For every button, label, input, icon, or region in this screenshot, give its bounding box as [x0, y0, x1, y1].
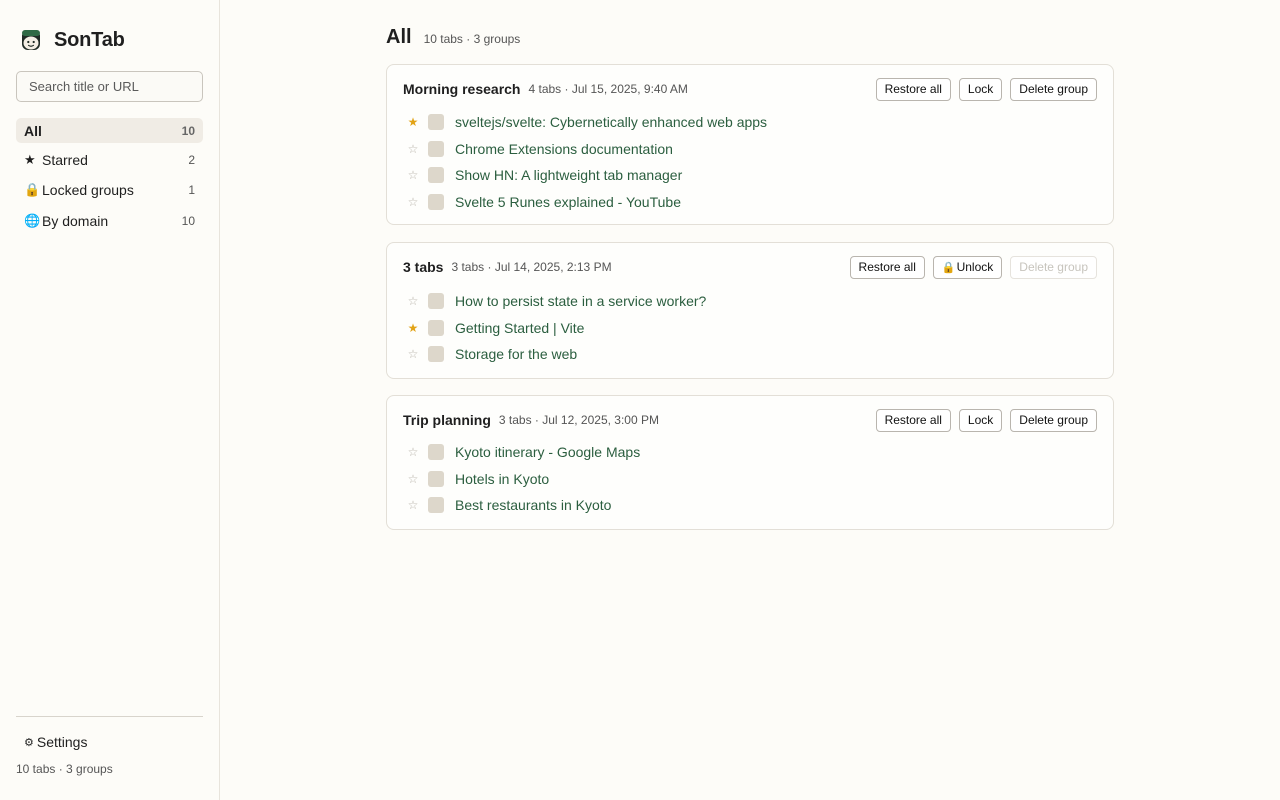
star-outline-icon[interactable]: ☆: [407, 472, 419, 486]
favicon-icon: [428, 319, 444, 336]
restore-all-button[interactable]: Restore all: [849, 255, 925, 279]
tab-group: Trip planning 3 tabs · Jul 12, 2025, 3:0…: [386, 395, 1114, 530]
tab-link[interactable]: Show HN: A lightweight tab manager: [455, 167, 682, 183]
tab-link[interactable]: Best restaurants in Kyoto: [455, 497, 611, 513]
favicon-icon: [428, 470, 444, 487]
page-title: All: [386, 26, 412, 48]
gear-icon: ⚙: [24, 736, 34, 749]
star-outline-icon[interactable]: ☆: [407, 294, 419, 308]
sontab-logo-icon: [22, 30, 40, 50]
app-name: SonTab: [54, 28, 125, 51]
sidebar-item-count: 10: [181, 123, 195, 138]
tab-link[interactable]: Chrome Extensions documentation: [455, 141, 673, 157]
globe-icon: 🌐: [24, 212, 41, 228]
group-title: 3 tabs: [403, 259, 444, 275]
page-meta: 10 tabs · 3 groups: [423, 32, 521, 46]
sidebar-item-locked-groups[interactable]: 🔒 Locked groups 1: [16, 176, 203, 203]
tab-link[interactable]: Kyoto itinerary - Google Maps: [455, 444, 640, 460]
group-header: 3 tabs 3 tabs · Jul 14, 2025, 2:13 PM Re…: [403, 255, 1097, 279]
sidebar-item-label: Starred: [42, 151, 88, 168]
favicon-icon: [428, 193, 444, 210]
lock-icon: 🔒: [24, 181, 41, 197]
group-meta: 3 tabs · Jul 12, 2025, 3:00 PM: [498, 413, 659, 427]
tab-group: 3 tabs 3 tabs · Jul 14, 2025, 2:13 PM Re…: [386, 242, 1114, 379]
restore-all-button[interactable]: Restore all: [875, 408, 951, 432]
search-input[interactable]: [16, 71, 203, 102]
group-meta: 4 tabs · Jul 15, 2025, 9:40 AM: [528, 82, 688, 96]
sidebar-item-count: 10: [181, 213, 195, 228]
unlock-button[interactable]: 🔒 Unlock: [932, 255, 1003, 279]
group-header: Morning research 4 tabs · Jul 15, 2025, …: [403, 77, 1097, 101]
sidebar-divider: [16, 716, 203, 717]
star-icon[interactable]: ★: [407, 115, 419, 129]
tab-list: ☆ How to persist state in a service work…: [407, 288, 1093, 368]
star-outline-icon[interactable]: ☆: [407, 195, 419, 209]
tab-link[interactable]: Svelte 5 Runes explained - YouTube: [455, 194, 681, 210]
star-outline-icon[interactable]: ☆: [407, 347, 419, 361]
tab-link[interactable]: Hotels in Kyoto: [455, 471, 549, 487]
delete-group-button[interactable]: Delete group: [1010, 77, 1097, 101]
star-outline-icon[interactable]: ☆: [407, 498, 419, 512]
sidebar-item-count: 2: [188, 152, 195, 167]
sidebar-item-label: By domain: [42, 212, 109, 229]
favicon-icon: [428, 293, 444, 310]
settings-link[interactable]: ⚙ Settings: [24, 733, 87, 751]
group-actions: Restore all 🔒 Unlock Delete group: [849, 255, 1097, 279]
favicon-icon: [428, 114, 444, 131]
tab-row: ★ sveltejs/svelte: Cybernetically enhanc…: [407, 109, 1093, 136]
group-title: Morning research: [403, 81, 521, 97]
delete-group-button[interactable]: Delete group: [1010, 408, 1097, 432]
tab-link[interactable]: How to persist state in a service worker…: [455, 293, 706, 309]
star-icon[interactable]: ★: [407, 321, 419, 335]
tab-link[interactable]: Storage for the web: [455, 346, 577, 362]
lock-icon: 🔒: [941, 261, 956, 274]
page-header: All 10 tabs · 3 groups: [386, 26, 520, 49]
tab-row: ☆ Storage for the web: [407, 341, 1093, 368]
sidebar-item-count: 1: [188, 182, 195, 197]
group-actions: Restore all Lock Delete group: [875, 408, 1097, 432]
star-outline-icon[interactable]: ☆: [407, 168, 419, 182]
tab-group: Morning research 4 tabs · Jul 15, 2025, …: [386, 64, 1114, 225]
star-icon: ★: [24, 151, 36, 167]
favicon-icon: [428, 167, 444, 184]
brand: SonTab: [20, 28, 125, 52]
tab-link[interactable]: Getting Started | Vite: [455, 320, 584, 336]
tab-row: ☆ Show HN: A lightweight tab manager: [407, 162, 1093, 189]
restore-all-button[interactable]: Restore all: [875, 77, 951, 101]
tab-link[interactable]: sveltejs/svelte: Cybernetically enhanced…: [455, 114, 767, 130]
lock-button[interactable]: Lock: [958, 77, 1003, 101]
star-outline-icon[interactable]: ☆: [407, 445, 419, 459]
unlock-label: Unlock: [956, 260, 994, 274]
footer-summary: 10 tabs · 3 groups: [16, 762, 113, 776]
group-actions: Restore all Lock Delete group: [875, 77, 1097, 101]
sidebar-item-label: Locked groups: [42, 181, 134, 198]
tab-list: ★ sveltejs/svelte: Cybernetically enhanc…: [407, 109, 1093, 215]
sidebar-item-label: All: [24, 122, 42, 139]
tab-row: ★ Getting Started | Vite: [407, 315, 1093, 342]
sidebar-item-by-domain[interactable]: 🌐 By domain 10: [16, 207, 203, 234]
tab-list: ☆ Kyoto itinerary - Google Maps ☆ Hotels…: [407, 439, 1093, 519]
favicon-icon: [428, 497, 444, 514]
delete-group-button: Delete group: [1010, 255, 1097, 279]
sidebar: SonTab All 10 ★ Starred 2 🔒 Locked group…: [0, 0, 220, 800]
lock-button[interactable]: Lock: [958, 408, 1003, 432]
sidebar-item-starred[interactable]: ★ Starred 2: [16, 147, 203, 172]
tab-row: ☆ Chrome Extensions documentation: [407, 136, 1093, 163]
settings-label: Settings: [36, 734, 88, 750]
tab-row: ☆ Best restaurants in Kyoto: [407, 492, 1093, 519]
favicon-icon: [428, 346, 444, 363]
sidebar-nav: All 10 ★ Starred 2 🔒 Locked groups 1 🌐 B…: [16, 118, 203, 238]
tab-row: ☆ Svelte 5 Runes explained - YouTube: [407, 189, 1093, 216]
sidebar-item-all[interactable]: All 10: [16, 118, 203, 143]
tab-row: ☆ How to persist state in a service work…: [407, 288, 1093, 315]
star-outline-icon[interactable]: ☆: [407, 142, 419, 156]
group-meta: 3 tabs · Jul 14, 2025, 2:13 PM: [451, 260, 612, 274]
tab-row: ☆ Hotels in Kyoto: [407, 466, 1093, 493]
favicon-icon: [428, 444, 444, 461]
group-header: Trip planning 3 tabs · Jul 12, 2025, 3:0…: [403, 408, 1097, 432]
group-title: Trip planning: [403, 412, 491, 428]
favicon-icon: [428, 140, 444, 157]
tab-row: ☆ Kyoto itinerary - Google Maps: [407, 439, 1093, 466]
